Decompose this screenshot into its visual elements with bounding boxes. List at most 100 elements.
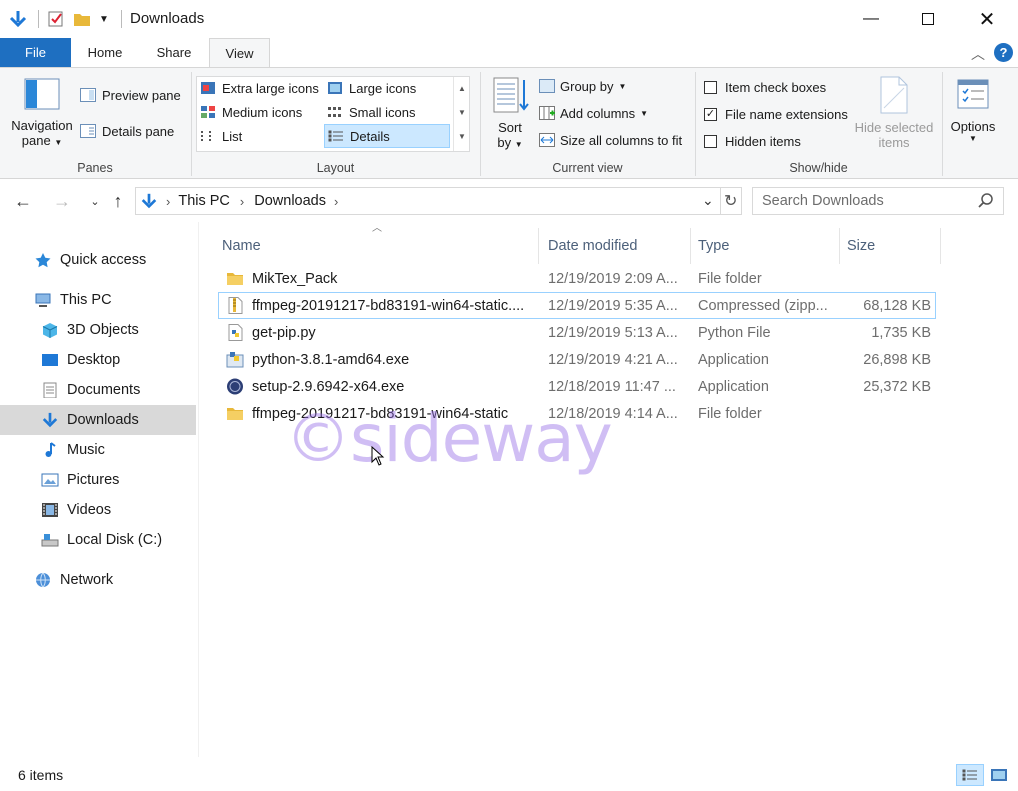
file-name-extensions-toggle[interactable]: ✓ File name extensions <box>704 105 848 123</box>
file-name-extensions-label: File name extensions <box>725 106 848 122</box>
network-icon <box>34 572 52 588</box>
table-row[interactable]: setup-2.9.6942-x64.exe 12/18/2019 11:47 … <box>218 373 936 400</box>
star-icon <box>34 252 52 268</box>
close-button[interactable]: ✕ <box>964 0 1010 38</box>
address-bar[interactable]: › This PC › Downloads › ⌄ ↻ <box>135 187 742 215</box>
scroll-down-icon[interactable]: ▼ <box>454 101 470 125</box>
options-icon <box>955 76 991 112</box>
tab-home[interactable]: Home <box>73 38 137 67</box>
folder-icon <box>226 270 244 287</box>
breadcrumb-downloads[interactable]: Downloads <box>254 193 326 209</box>
layout-medium-icons[interactable]: Medium icons <box>197 101 323 123</box>
navigation-pane-label-2: pane ▼ <box>21 133 63 148</box>
collapse-ribbon-icon[interactable]: ︿ <box>971 44 985 64</box>
column-header-date-modified[interactable]: Date modified <box>542 228 691 264</box>
file-name-extensions-checkbox[interactable]: ✓ <box>704 107 717 121</box>
nav-downloads[interactable]: Downloads <box>0 405 196 435</box>
item-check-boxes-toggle[interactable]: Item check boxes <box>704 78 826 96</box>
group-by-button[interactable]: Group by ▼ <box>539 76 626 96</box>
properties-checkmark-icon[interactable] <box>47 10 65 28</box>
hide-selected-items-icon <box>878 76 910 114</box>
expand-gallery-icon[interactable]: ▼ <box>454 125 470 149</box>
item-count: 6 items <box>18 767 64 783</box>
miktex-setup-icon <box>226 378 244 395</box>
music-note-icon <box>41 442 59 458</box>
address-history-icon[interactable]: ⌄ <box>702 192 714 209</box>
back-arrow-icon: ← <box>14 190 32 211</box>
add-columns-label: Add columns <box>560 105 636 121</box>
preview-pane-icon <box>80 88 96 102</box>
search-box[interactable]: Search Downloads <box>752 187 1004 215</box>
refresh-icon[interactable]: ↻ <box>724 191 737 211</box>
tab-file[interactable]: File <box>0 38 71 67</box>
layout-small-icons[interactable]: Small icons <box>324 101 450 123</box>
file-name-cell: setup-2.9.6942-x64.exe <box>226 373 544 400</box>
sort-by-button[interactable]: Sort by ▼ <box>488 76 532 160</box>
size-columns-icon <box>539 133 555 147</box>
back-button[interactable]: ← <box>12 190 34 212</box>
nav-quick-access[interactable]: Quick access <box>0 245 196 275</box>
file-size: 1,735 KB <box>871 324 931 341</box>
maximize-button[interactable] <box>905 0 951 38</box>
table-row[interactable]: ffmpeg-20191217-bd83191-win64-static....… <box>218 292 936 319</box>
search-icon[interactable] <box>977 192 995 210</box>
python-file-icon <box>226 324 244 341</box>
layout-scroll[interactable]: ▲ ▼ ▼ <box>453 77 470 151</box>
nav-music[interactable]: Music <box>0 435 196 465</box>
table-row[interactable]: get-pip.py 12/19/2019 5:13 A... Python F… <box>218 319 936 346</box>
ribbon-tabs: File Home Share View ︿ ? <box>0 38 1018 67</box>
customize-dropdown-icon[interactable]: ▼ <box>99 14 109 25</box>
options-button[interactable]: Options ▼ <box>947 76 999 156</box>
size-all-columns-button[interactable]: Size all columns to fit <box>539 130 682 150</box>
nav-documents[interactable]: Documents <box>0 375 196 405</box>
layout-large-icons[interactable]: Large icons <box>324 77 450 99</box>
layout-list[interactable]: List <box>197 125 323 147</box>
hide-selected-items-button[interactable]: Hide selected items <box>852 76 936 156</box>
table-row[interactable]: python-3.8.1-amd64.exe 12/19/2019 4:21 A… <box>218 346 936 373</box>
file-type: Application <box>698 351 769 368</box>
nav-local-disk[interactable]: Local Disk (C:) <box>0 525 196 555</box>
column-header-type[interactable]: Type <box>692 228 840 264</box>
minimize-button[interactable]: — <box>848 0 894 38</box>
tab-share[interactable]: Share <box>142 38 206 67</box>
nav-network[interactable]: Network <box>0 565 196 595</box>
details-pane-button[interactable]: Details pane <box>80 121 174 141</box>
column-header-size[interactable]: Size <box>841 228 941 264</box>
minimize-icon: — <box>863 10 879 27</box>
up-button[interactable]: ↑ <box>107 190 129 212</box>
forward-button[interactable]: → <box>51 190 73 212</box>
scroll-up-icon[interactable]: ▲ <box>454 77 470 101</box>
nav-this-pc[interactable]: This PC <box>0 285 196 315</box>
file-size: 26,898 KB <box>863 351 931 368</box>
breadcrumb-this-pc[interactable]: This PC <box>178 193 230 209</box>
new-folder-icon[interactable] <box>73 10 91 28</box>
tab-view[interactable]: View <box>209 38 270 67</box>
nav-pictures[interactable]: Pictures <box>0 465 196 495</box>
breadcrumb-separator-icon[interactable]: › <box>334 194 338 209</box>
hidden-items-label: Hidden items <box>725 133 801 149</box>
watermark: ©sideway <box>285 400 613 477</box>
recent-locations-button[interactable]: ⌄ <box>84 190 106 212</box>
add-columns-button[interactable]: Add columns ▼ <box>539 103 648 123</box>
nav-label: Documents <box>67 382 141 398</box>
help-icon[interactable]: ? <box>994 43 1013 62</box>
layout-extra-large-icons[interactable]: Extra large icons <box>197 77 323 99</box>
details-view-button[interactable] <box>956 764 984 786</box>
nav-desktop[interactable]: Desktop <box>0 345 196 375</box>
breadcrumb-separator-icon[interactable]: › <box>166 194 170 209</box>
hidden-items-checkbox[interactable] <box>704 134 717 148</box>
column-header-name[interactable]: Name <box>216 228 539 264</box>
nav-3d-objects[interactable]: 3D Objects <box>0 315 196 345</box>
search-input[interactable]: Search Downloads <box>762 193 884 209</box>
nav-videos[interactable]: Videos <box>0 495 196 525</box>
preview-pane-button[interactable]: Preview pane <box>80 85 181 105</box>
file-size: 68,128 KB <box>863 297 931 314</box>
table-row[interactable]: MikTex_Pack 12/19/2019 2:09 A... File fo… <box>218 265 936 292</box>
item-check-boxes-checkbox[interactable] <box>704 80 717 94</box>
navigation-pane-button[interactable]: Navigation pane ▼ <box>10 76 74 158</box>
downloads-arrow-icon[interactable] <box>8 9 28 29</box>
hidden-items-toggle[interactable]: Hidden items <box>704 132 801 150</box>
large-icons-view-button[interactable] <box>987 764 1011 786</box>
breadcrumb-separator-icon[interactable]: › <box>240 194 244 209</box>
layout-details[interactable]: Details <box>324 124 450 148</box>
